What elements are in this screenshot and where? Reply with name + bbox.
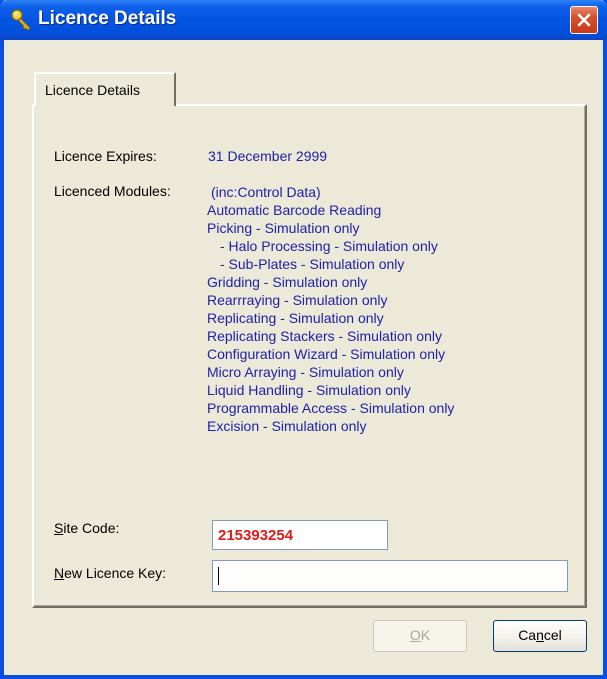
ok-label: K	[420, 627, 431, 643]
new-licence-key-label-text: ew Licence Key:	[64, 565, 167, 581]
list-item: Excision - Simulation only	[207, 418, 367, 434]
tab-label: Licence Details	[45, 82, 140, 98]
list-item: Rearrraying - Simulation only	[207, 292, 388, 308]
title-bar[interactable]: Licence Details	[0, 0, 607, 40]
licence-expires-value: 31 December 2999	[208, 148, 328, 164]
window-title: Licence Details	[38, 8, 177, 29]
list-item: Picking - Simulation only	[207, 220, 360, 236]
list-item: Replicating - Simulation only	[207, 310, 384, 326]
licence-details-dialog: Licence Details Licence Details Licence …	[0, 0, 607, 679]
site-code-value: 215393254	[218, 527, 294, 544]
modules-header: (inc:Control Data)	[211, 184, 321, 200]
new-licence-key-label: New Licence Key:	[54, 565, 166, 581]
site-code-label: Site Code:	[54, 520, 119, 536]
cancel-label-pre: Ca	[518, 627, 537, 643]
text-caret	[218, 567, 219, 585]
cancel-label-post: cel	[543, 627, 562, 643]
cancel-button[interactable]: Cancel	[493, 620, 587, 652]
licence-expires-label: Licence Expires:	[54, 148, 157, 164]
site-code-label-text: ite Code:	[63, 520, 120, 536]
list-item: Liquid Handling - Simulation only	[207, 382, 411, 398]
list-item: - Sub-Plates - Simulation only	[220, 256, 405, 272]
list-item: Configuration Wizard - Simulation only	[207, 346, 446, 362]
site-code-accelerator: S	[54, 520, 64, 536]
new-licence-key-input[interactable]	[212, 560, 568, 592]
list-item: - Halo Processing - Simulation only	[220, 238, 438, 254]
site-code-field[interactable]: 215393254	[212, 520, 388, 550]
list-item: Replicating Stackers - Simulation only	[207, 328, 442, 344]
licenced-modules-label: Licenced Modules:	[54, 183, 171, 199]
list-item: Gridding - Simulation only	[207, 274, 368, 290]
new-licence-key-accelerator: N	[54, 565, 65, 581]
ok-accelerator: O	[409, 627, 421, 643]
list-item: Automatic Barcode Reading	[207, 202, 382, 218]
list-item: Micro Arraying - Simulation only	[207, 364, 404, 380]
cancel-accelerator: n	[536, 627, 544, 643]
list-item: Programmable Access - Simulation only	[207, 400, 455, 416]
key-icon	[10, 8, 34, 32]
tab-licence-details[interactable]: Licence Details	[34, 72, 176, 106]
licenced-modules-list: (inc:Control Data) Automatic Barcode Rea…	[207, 183, 454, 435]
close-button[interactable]	[570, 6, 598, 34]
ok-button[interactable]: OK	[373, 620, 467, 652]
